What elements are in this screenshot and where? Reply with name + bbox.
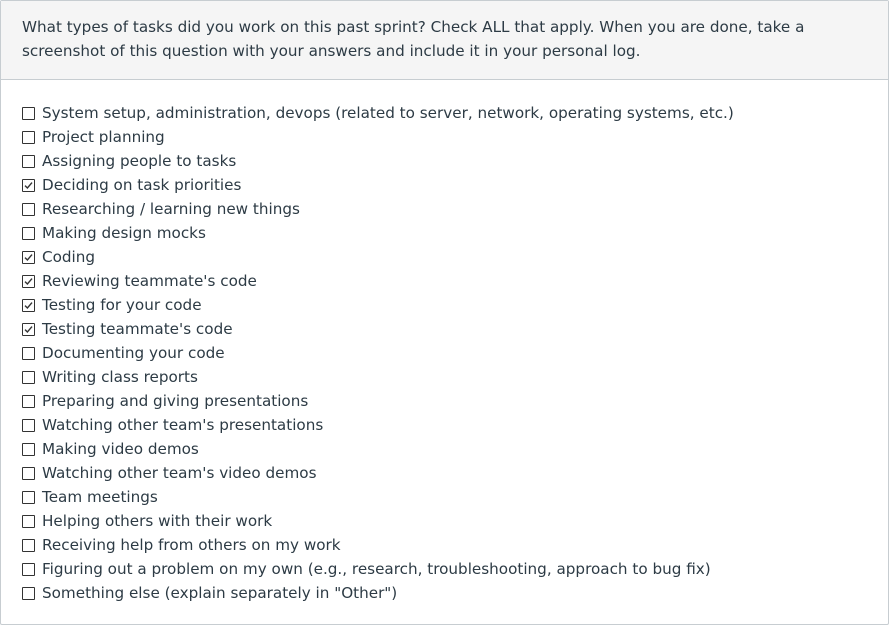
answer-option-label: Making design mocks <box>42 224 206 242</box>
checkbox-unchecked[interactable] <box>22 442 35 456</box>
checkmark-icon <box>24 253 33 261</box>
checkbox-checked[interactable] <box>22 298 35 312</box>
checkbox-unchecked[interactable] <box>22 418 35 432</box>
answer-option[interactable]: Writing class reports <box>22 365 888 389</box>
checkbox-unchecked[interactable] <box>22 154 35 168</box>
answer-option[interactable]: Receiving help from others on my work <box>22 533 888 557</box>
answer-option-label: Assigning people to tasks <box>42 152 237 170</box>
checkbox-checked[interactable] <box>22 322 35 336</box>
answer-option[interactable]: Assigning people to tasks <box>22 149 888 173</box>
answer-option[interactable]: Testing for your code <box>22 293 888 317</box>
answer-option[interactable]: Something else (explain separately in "O… <box>22 581 888 605</box>
answer-option[interactable]: Preparing and giving presentations <box>22 389 888 413</box>
answer-option-label: Receiving help from others on my work <box>42 536 341 554</box>
answer-option-label: Something else (explain separately in "O… <box>42 584 398 602</box>
answer-option-label: Making video demos <box>42 440 199 458</box>
question-panel: What types of tasks did you work on this… <box>0 0 889 625</box>
answer-option[interactable]: Reviewing teammate's code <box>22 269 888 293</box>
answer-option[interactable]: Helping others with their work <box>22 509 888 533</box>
answer-option[interactable]: Researching / learning new things <box>22 197 888 221</box>
answer-option-label: Team meetings <box>42 488 158 506</box>
answer-option-label: Watching other team's video demos <box>42 464 317 482</box>
checkbox-checked[interactable] <box>22 274 35 288</box>
answer-option-label: Researching / learning new things <box>42 200 300 218</box>
answer-option[interactable]: Documenting your code <box>22 341 888 365</box>
answer-option[interactable]: Team meetings <box>22 485 888 509</box>
answer-option[interactable]: Watching other team's video demos <box>22 461 888 485</box>
answer-option[interactable]: Deciding on task priorities <box>22 173 888 197</box>
answer-option-label: Figuring out a problem on my own (e.g., … <box>42 560 711 578</box>
answer-option[interactable]: Testing teammate's code <box>22 317 888 341</box>
checkbox-unchecked[interactable] <box>22 394 35 408</box>
checkbox-unchecked[interactable] <box>22 130 35 144</box>
answer-option[interactable]: Making design mocks <box>22 221 888 245</box>
checkbox-unchecked[interactable] <box>22 466 35 480</box>
answer-option[interactable]: Project planning <box>22 125 888 149</box>
checkbox-unchecked[interactable] <box>22 538 35 552</box>
checkbox-unchecked[interactable] <box>22 226 35 240</box>
answer-option[interactable]: Making video demos <box>22 437 888 461</box>
answer-option-label: Testing for your code <box>42 296 202 314</box>
answer-option-label: Deciding on task priorities <box>42 176 242 194</box>
answer-option[interactable]: Watching other team's presentations <box>22 413 888 437</box>
answer-option-label: Reviewing teammate's code <box>42 272 257 290</box>
checkmark-icon <box>24 181 33 189</box>
answer-option-label: Testing teammate's code <box>42 320 233 338</box>
answer-option[interactable]: Figuring out a problem on my own (e.g., … <box>22 557 888 581</box>
answer-option-label: Writing class reports <box>42 368 198 386</box>
checkbox-unchecked[interactable] <box>22 514 35 528</box>
answer-option-label: Preparing and giving presentations <box>42 392 309 410</box>
answer-option-label: System setup, administration, devops (re… <box>42 104 734 122</box>
answer-option-label: Project planning <box>42 128 165 146</box>
checkbox-checked[interactable] <box>22 250 35 264</box>
answer-option-label: Watching other team's presentations <box>42 416 324 434</box>
checkbox-unchecked[interactable] <box>22 202 35 216</box>
answer-option-label: Helping others with their work <box>42 512 273 530</box>
checkbox-unchecked[interactable] <box>22 562 35 576</box>
checkbox-unchecked[interactable] <box>22 106 35 120</box>
checkbox-unchecked[interactable] <box>22 490 35 504</box>
answer-option-label: Coding <box>42 248 96 266</box>
checkmark-icon <box>24 325 33 333</box>
checkbox-unchecked[interactable] <box>22 370 35 384</box>
checkmark-icon <box>24 277 33 285</box>
checkbox-checked[interactable] <box>22 178 35 192</box>
question-header: What types of tasks did you work on this… <box>1 1 888 80</box>
checkbox-unchecked[interactable] <box>22 346 35 360</box>
checkbox-unchecked[interactable] <box>22 586 35 600</box>
question-text: What types of tasks did you work on this… <box>22 18 805 60</box>
answer-option[interactable]: Coding <box>22 245 888 269</box>
answer-option[interactable]: System setup, administration, devops (re… <box>22 101 888 125</box>
answer-options-list: System setup, administration, devops (re… <box>1 80 888 605</box>
checkmark-icon <box>24 301 33 309</box>
answer-option-label: Documenting your code <box>42 344 225 362</box>
